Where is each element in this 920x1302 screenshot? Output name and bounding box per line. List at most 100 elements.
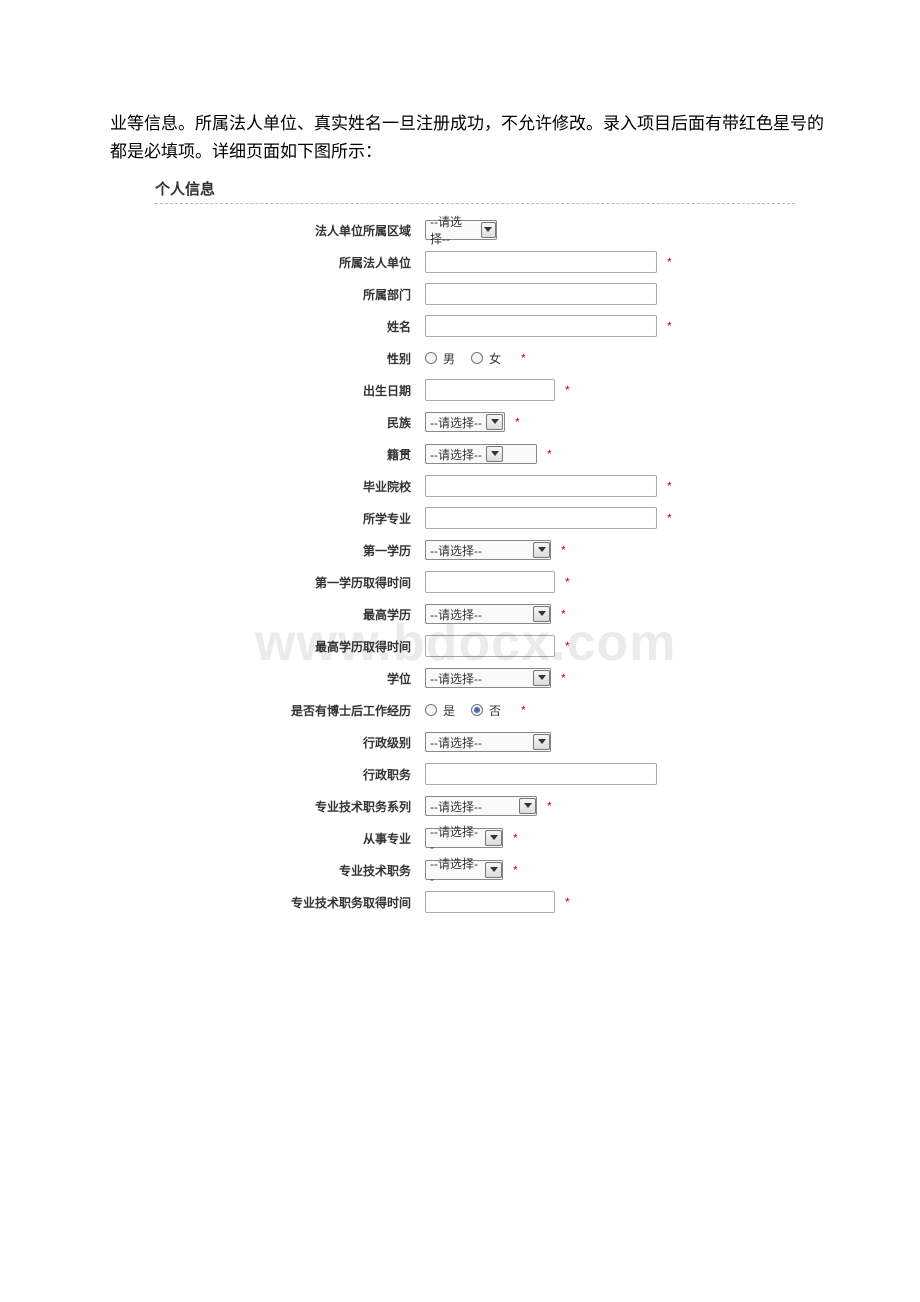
label-engaged-major: 从事专业 bbox=[155, 830, 425, 847]
row-birth: 出生日期 * bbox=[155, 374, 795, 406]
radio-male[interactable] bbox=[425, 352, 437, 364]
required-mark: * bbox=[565, 383, 570, 397]
required-mark: * bbox=[561, 607, 566, 621]
input-tech-duty-time[interactable] bbox=[425, 891, 555, 913]
row-school: 毕业院校 * bbox=[155, 470, 795, 502]
input-dept[interactable] bbox=[425, 283, 657, 305]
row-native: 籍贯 --请选择-- * bbox=[155, 438, 795, 470]
row-unit: 所属法人单位 * bbox=[155, 246, 795, 278]
chevron-down-icon[interactable] bbox=[533, 606, 550, 622]
row-highest-edu-time: 最高学历取得时间 * bbox=[155, 630, 795, 662]
select-engaged-major[interactable]: --请选择-- bbox=[425, 828, 503, 848]
row-tech-duty-time: 专业技术职务取得时间 * bbox=[155, 886, 795, 918]
select-ethnic[interactable]: --请选择-- bbox=[425, 412, 505, 432]
label-highest-edu: 最高学历 bbox=[155, 606, 425, 623]
row-dept: 所属部门 bbox=[155, 278, 795, 310]
label-admin-duty: 行政职务 bbox=[155, 766, 425, 783]
form-screenshot: 个人信息 www.bdocx.com 法人单位所属区域 --请选择-- 所属法人… bbox=[155, 178, 795, 918]
select-highest-edu[interactable]: --请选择-- bbox=[425, 604, 551, 624]
select-native[interactable]: --请选择-- bbox=[425, 444, 537, 464]
required-mark: * bbox=[565, 575, 570, 589]
select-region[interactable]: --请选择-- bbox=[425, 220, 497, 240]
select-tech-series-value: --请选择-- bbox=[430, 798, 482, 815]
row-admin-duty: 行政职务 bbox=[155, 758, 795, 790]
row-postdoc: 是否有博士后工作经历 是 否 * bbox=[155, 694, 795, 726]
chevron-down-icon[interactable] bbox=[485, 862, 502, 878]
label-tech-duty-time: 专业技术职务取得时间 bbox=[155, 894, 425, 911]
chevron-down-icon[interactable] bbox=[533, 734, 550, 750]
required-mark: * bbox=[513, 831, 518, 845]
select-first-edu[interactable]: --请选择-- bbox=[425, 540, 551, 560]
chevron-down-icon[interactable] bbox=[533, 542, 550, 558]
label-postdoc: 是否有博士后工作经历 bbox=[155, 702, 425, 719]
chevron-down-icon[interactable] bbox=[486, 414, 503, 430]
radio-postdoc-no-label: 否 bbox=[489, 702, 501, 719]
label-admin-level: 行政级别 bbox=[155, 734, 425, 751]
label-birth: 出生日期 bbox=[155, 382, 425, 399]
row-major: 所学专业 * bbox=[155, 502, 795, 534]
label-tech-series: 专业技术职务系列 bbox=[155, 798, 425, 815]
required-mark: * bbox=[561, 543, 566, 557]
select-tech-duty[interactable]: --请选择-- bbox=[425, 860, 503, 880]
row-tech-duty: 专业技术职务 --请选择-- * bbox=[155, 854, 795, 886]
section-title: 个人信息 bbox=[155, 178, 795, 204]
input-unit[interactable] bbox=[425, 251, 657, 273]
label-region: 法人单位所属区域 bbox=[155, 222, 425, 239]
input-first-edu-time[interactable] bbox=[425, 571, 555, 593]
select-highest-edu-value: --请选择-- bbox=[430, 606, 482, 623]
input-major[interactable] bbox=[425, 507, 657, 529]
label-gender: 性别 bbox=[155, 350, 425, 367]
label-major: 所学专业 bbox=[155, 510, 425, 527]
required-mark: * bbox=[667, 511, 672, 525]
label-ethnic: 民族 bbox=[155, 414, 425, 431]
row-tech-series: 专业技术职务系列 --请选择-- * bbox=[155, 790, 795, 822]
required-mark: * bbox=[547, 799, 552, 813]
row-admin-level: 行政级别 --请选择-- bbox=[155, 726, 795, 758]
select-degree-value: --请选择-- bbox=[430, 670, 482, 687]
chevron-down-icon[interactable] bbox=[485, 830, 502, 846]
input-birth[interactable] bbox=[425, 379, 555, 401]
required-mark: * bbox=[561, 671, 566, 685]
row-first-edu-time: 第一学历取得时间 * bbox=[155, 566, 795, 598]
input-highest-edu-time[interactable] bbox=[425, 635, 555, 657]
chevron-down-icon[interactable] bbox=[519, 798, 536, 814]
radio-postdoc-yes-label: 是 bbox=[443, 702, 455, 719]
label-highest-edu-time: 最高学历取得时间 bbox=[155, 638, 425, 655]
required-mark: * bbox=[513, 863, 518, 877]
select-admin-level-value: --请选择-- bbox=[430, 734, 482, 751]
radio-postdoc-no[interactable] bbox=[471, 704, 483, 716]
required-mark: * bbox=[667, 255, 672, 269]
select-engaged-major-value: --请选择-- bbox=[430, 823, 481, 854]
radio-female[interactable] bbox=[471, 352, 483, 364]
select-degree[interactable]: --请选择-- bbox=[425, 668, 551, 688]
row-ethnic: 民族 --请选择-- * bbox=[155, 406, 795, 438]
input-name[interactable] bbox=[425, 315, 657, 337]
required-mark: * bbox=[667, 479, 672, 493]
required-mark: * bbox=[565, 639, 570, 653]
label-first-edu: 第一学历 bbox=[155, 542, 425, 559]
chevron-down-icon[interactable] bbox=[481, 222, 496, 238]
required-mark: * bbox=[521, 351, 526, 365]
label-degree: 学位 bbox=[155, 670, 425, 687]
label-name: 姓名 bbox=[155, 318, 425, 335]
input-admin-duty[interactable] bbox=[425, 763, 657, 785]
select-first-edu-value: --请选择-- bbox=[430, 542, 482, 559]
row-first-edu: 第一学历 --请选择-- * bbox=[155, 534, 795, 566]
label-tech-duty: 专业技术职务 bbox=[155, 862, 425, 879]
select-tech-series[interactable]: --请选择-- bbox=[425, 796, 537, 816]
label-native: 籍贯 bbox=[155, 446, 425, 463]
input-school[interactable] bbox=[425, 475, 657, 497]
required-mark: * bbox=[565, 895, 570, 909]
row-region: 法人单位所属区域 --请选择-- bbox=[155, 214, 795, 246]
select-admin-level[interactable]: --请选择-- bbox=[425, 732, 551, 752]
chevron-down-icon[interactable] bbox=[486, 446, 503, 462]
radio-postdoc-yes[interactable] bbox=[425, 704, 437, 716]
label-unit: 所属法人单位 bbox=[155, 254, 425, 271]
select-region-value: --请选择-- bbox=[430, 213, 477, 247]
chevron-down-icon[interactable] bbox=[533, 670, 550, 686]
select-ethnic-value: --请选择-- bbox=[430, 414, 482, 431]
radio-male-label: 男 bbox=[443, 350, 455, 367]
required-mark: * bbox=[521, 703, 526, 717]
row-engaged-major: 从事专业 --请选择-- * bbox=[155, 822, 795, 854]
label-first-edu-time: 第一学历取得时间 bbox=[155, 574, 425, 591]
